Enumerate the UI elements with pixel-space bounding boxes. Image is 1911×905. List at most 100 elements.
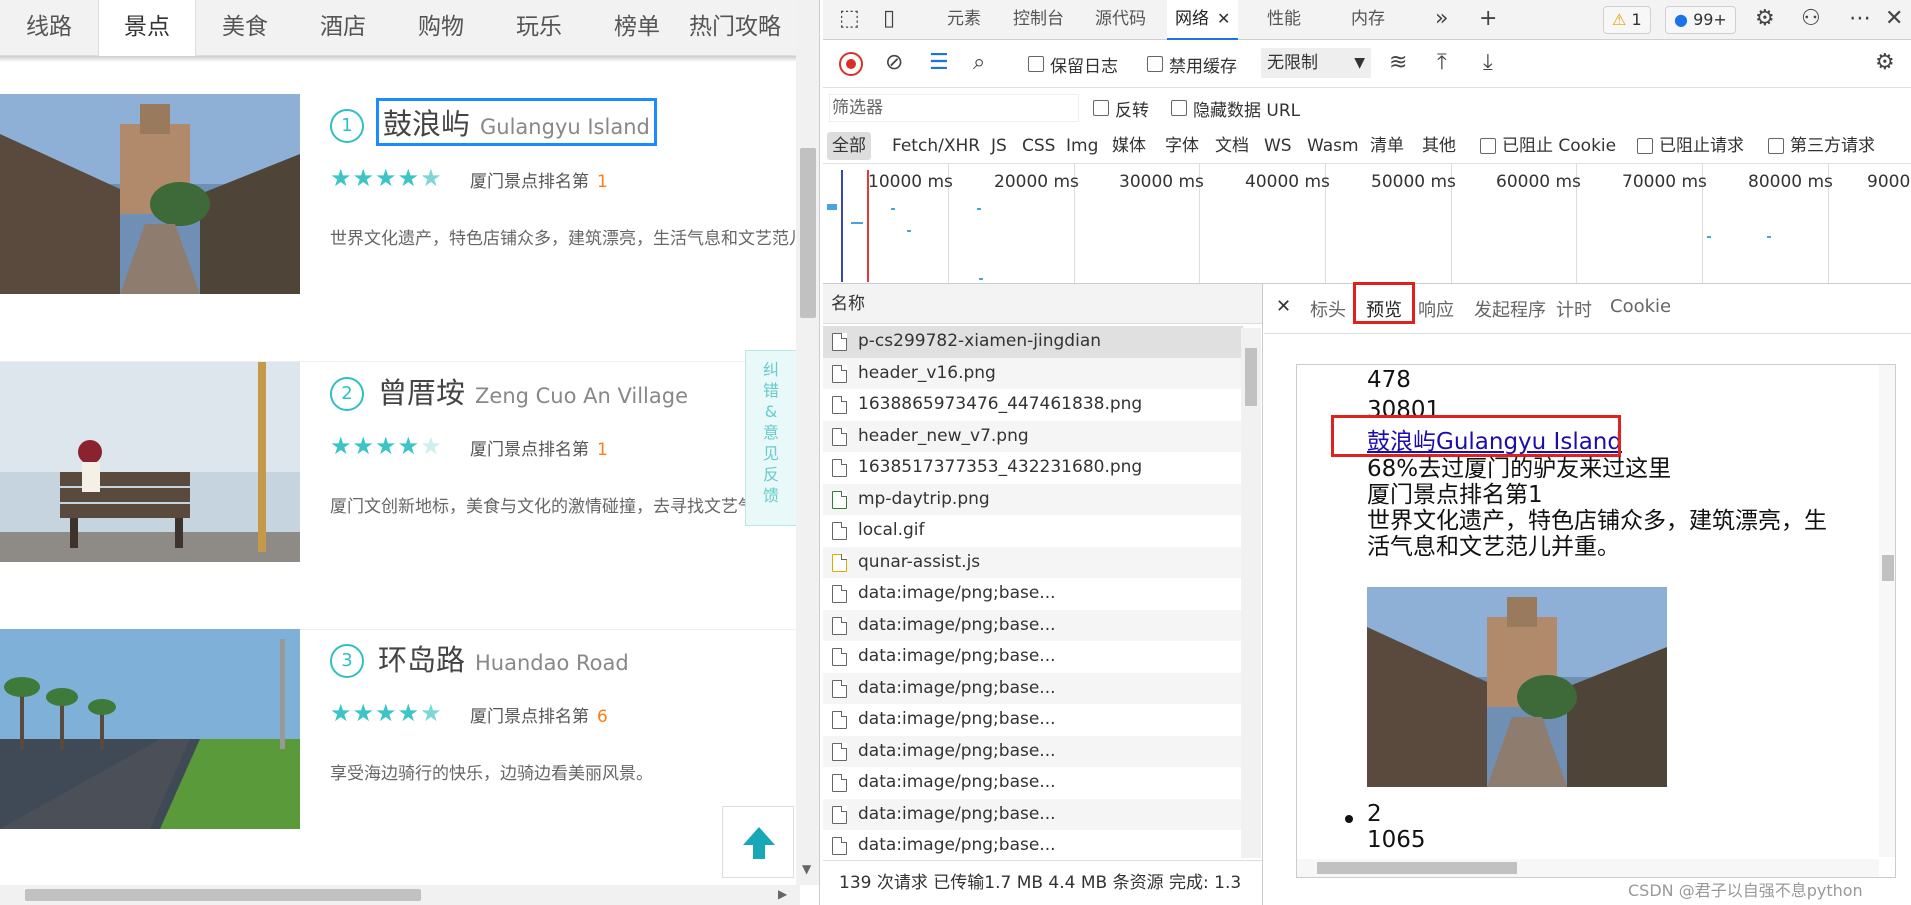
nav-item-spots[interactable]: 景点	[98, 0, 196, 56]
nav-item-routes[interactable]: 线路	[0, 0, 98, 56]
clear-icon[interactable]: ⊘	[885, 50, 903, 75]
request-row[interactable]: data:image/png;base...	[823, 704, 1243, 736]
request-row[interactable]: header_new_v7.png	[823, 420, 1243, 452]
spot-photo-gulangyu[interactable]	[0, 94, 300, 294]
request-row[interactable]: local.gif	[823, 515, 1243, 547]
spot-title[interactable]: 环岛路 Huandao Road	[378, 637, 629, 679]
type-manifest[interactable]: 清单	[1370, 132, 1404, 160]
type-other[interactable]: 其他	[1422, 132, 1456, 160]
search-icon[interactable]: ⌕	[973, 50, 985, 75]
scrollbar-thumb[interactable]	[1882, 555, 1894, 581]
network-timeline[interactable]: 10000 ms 20000 ms 30000 ms 40000 ms 5000…	[823, 164, 1911, 284]
request-row[interactable]: 1638865973476_447461838.png	[823, 389, 1243, 421]
settings-icon[interactable]: ⚙	[1755, 6, 1775, 31]
request-row[interactable]: header_v16.png	[823, 357, 1243, 389]
tab-sources[interactable]: 源代码	[1095, 0, 1146, 40]
spot-card[interactable]: 2 曾厝垵 Zeng Cuo An Village ★★★★★ 厦门景点排名第 1 …	[0, 362, 800, 630]
third-party-checkbox[interactable]	[1768, 138, 1784, 154]
preview-vertical-scrollbar[interactable]	[1879, 365, 1895, 857]
request-list-scrollbar[interactable]	[1241, 328, 1261, 858]
tab-network[interactable]: 网络 ✕	[1167, 0, 1239, 40]
tab-response[interactable]: 响应	[1418, 296, 1454, 322]
add-tab-icon[interactable]: +	[1479, 6, 1497, 31]
more-tabs-icon[interactable]: »	[1435, 6, 1448, 31]
record-icon[interactable]	[839, 52, 863, 76]
type-wasm[interactable]: Wasm	[1307, 132, 1359, 160]
back-to-top-button[interactable]	[722, 806, 794, 878]
feedback-button[interactable]: 纠错&意见反馈	[745, 350, 797, 526]
response-preview[interactable]: 478 30801 鼓浪屿Gulangyu Island 68%去过厦门的驴友来…	[1296, 364, 1896, 878]
scrollbar-thumb[interactable]	[1245, 348, 1257, 406]
scroll-right-icon[interactable]: ▶	[778, 887, 787, 901]
request-row[interactable]: mp-daytrip.png	[823, 483, 1243, 515]
scrollbar-thumb[interactable]	[1317, 862, 1517, 874]
nav-item-food[interactable]: 美食	[196, 0, 294, 56]
export-har-icon[interactable]: ⤓	[1483, 50, 1493, 75]
tab-performance[interactable]: 性能	[1267, 0, 1301, 40]
spot-card[interactable]: 1 鼓浪屿 Gulangyu Island ★★★★★ 厦门景点排名第 1 世界文化…	[0, 94, 800, 362]
close-detail-icon[interactable]: ✕	[1276, 296, 1291, 317]
tab-headers[interactable]: 标头	[1310, 296, 1346, 322]
name-column-header[interactable]: 名称	[823, 284, 1262, 324]
request-row[interactable]: data:image/png;base...	[823, 672, 1243, 704]
spot-title[interactable]: 曾厝垵 Zeng Cuo An Village	[378, 370, 688, 412]
network-settings-icon[interactable]: ⚙	[1875, 50, 1895, 75]
request-row[interactable]: data:image/png;base...	[823, 767, 1243, 799]
request-row[interactable]: 1638517377353_432231680.png	[823, 452, 1243, 484]
inspect-element-icon[interactable]: ⬚	[839, 6, 860, 31]
spot-card[interactable]: 3 环岛路 Huandao Road ★★★★★ 厦门景点排名第 6 享受海边骑行的…	[0, 629, 800, 897]
device-toolbar-icon[interactable]: ▯	[883, 6, 895, 31]
request-row[interactable]: data:image/png;base...	[823, 798, 1243, 830]
request-row[interactable]: data:image/png;base...	[823, 641, 1243, 673]
tab-initiator[interactable]: 发起程序	[1474, 296, 1546, 322]
blocked-cookies-checkbox[interactable]	[1480, 138, 1496, 154]
close-devtools-icon[interactable]: ✕	[1885, 6, 1903, 31]
preserve-log-checkbox[interactable]	[1028, 56, 1044, 72]
scrollbar-thumb[interactable]	[25, 889, 421, 901]
hide-data-urls-checkbox[interactable]	[1171, 100, 1187, 116]
nav-item-shopping[interactable]: 购物	[392, 0, 490, 56]
type-ws[interactable]: WS	[1264, 132, 1292, 160]
more-options-icon[interactable]: ⋯	[1849, 6, 1871, 31]
spot-photo-huandao[interactable]	[0, 629, 300, 829]
request-row[interactable]: qunar-assist.js	[823, 546, 1243, 578]
request-row[interactable]: data:image/png;base...	[823, 578, 1243, 610]
request-row[interactable]: data:image/png;base...	[823, 609, 1243, 641]
tab-cookie[interactable]: Cookie	[1610, 296, 1671, 317]
preview-horizontal-scrollbar[interactable]	[1297, 859, 1879, 877]
tab-elements[interactable]: 元素	[947, 0, 981, 40]
scrollbar-thumb[interactable]	[800, 148, 816, 318]
request-row[interactable]: data:image/png;base...	[823, 830, 1243, 862]
request-row[interactable]: p-cs299782-xiamen-jingdian	[823, 326, 1243, 358]
blocked-requests-checkbox[interactable]	[1637, 138, 1653, 154]
type-js[interactable]: JS	[991, 132, 1007, 160]
type-fetch-xhr[interactable]: Fetch/XHR	[892, 132, 980, 160]
close-tab-icon[interactable]: ✕	[1217, 9, 1230, 28]
customize-icon[interactable]: ⚇	[1801, 6, 1821, 31]
warning-badge[interactable]: ⚠ 1	[1603, 6, 1651, 34]
type-doc[interactable]: 文档	[1215, 132, 1249, 160]
type-img[interactable]: Img	[1066, 132, 1098, 160]
invert-checkbox[interactable]	[1093, 100, 1109, 116]
tab-memory[interactable]: 内存	[1351, 0, 1385, 40]
nav-item-fun[interactable]: 玩乐	[490, 0, 588, 56]
scroll-down-icon[interactable]: ▼	[802, 862, 811, 876]
filter-icon[interactable]: ☰	[929, 50, 949, 75]
throttle-select[interactable]: 无限制 ▼	[1261, 48, 1371, 78]
import-har-icon[interactable]: ⤒	[1437, 50, 1447, 75]
spot-title[interactable]: 鼓浪屿 Gulangyu Island	[376, 98, 657, 146]
tab-console[interactable]: 控制台	[1013, 0, 1064, 40]
nav-item-guides[interactable]: 热门攻略	[686, 0, 784, 56]
spot-photo-zengcuoan[interactable]	[0, 362, 300, 562]
nav-item-hotel[interactable]: 酒店	[294, 0, 392, 56]
page-horizontal-scrollbar[interactable]: ▶	[0, 885, 800, 905]
type-css[interactable]: CSS	[1022, 132, 1055, 160]
page-vertical-scrollbar[interactable]: ▼	[796, 0, 819, 885]
filter-input[interactable]: 筛选器	[829, 94, 1079, 122]
nav-item-ranking[interactable]: 榜单	[588, 0, 686, 56]
request-row[interactable]: data:image/png;base...	[823, 735, 1243, 767]
type-all[interactable]: 全部	[827, 132, 871, 160]
type-media[interactable]: 媒体	[1112, 132, 1146, 160]
type-font[interactable]: 字体	[1165, 132, 1199, 160]
message-badge[interactable]: ● 99+	[1665, 6, 1736, 34]
